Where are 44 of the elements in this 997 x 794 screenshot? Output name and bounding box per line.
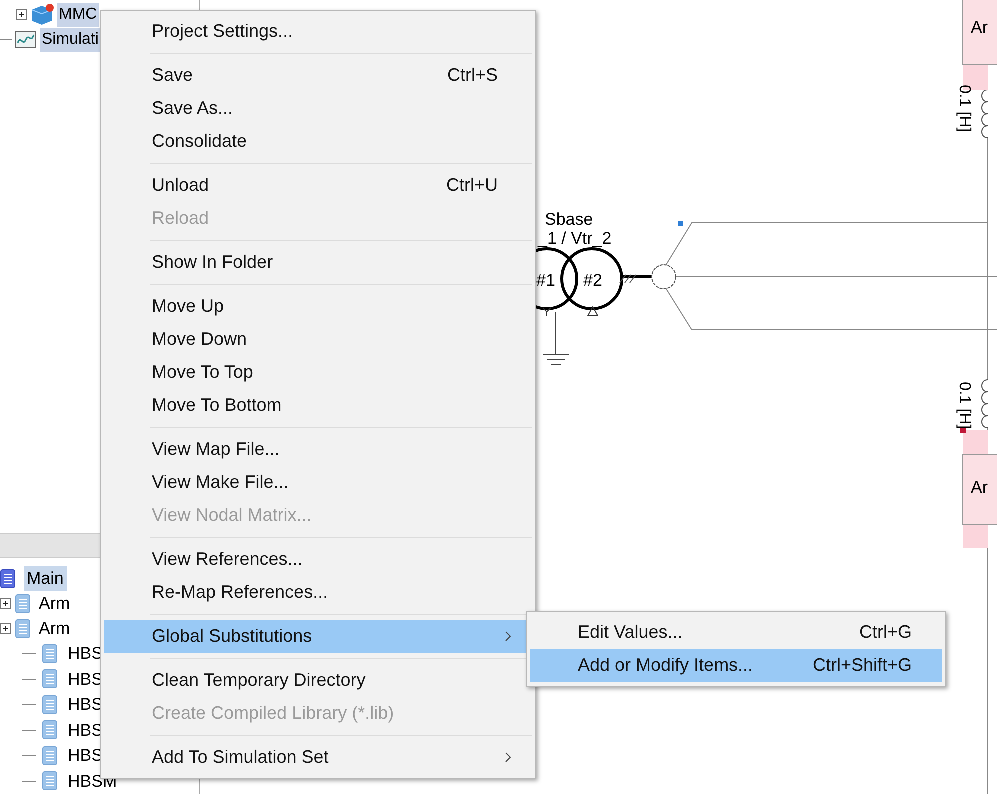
menu-item[interactable]: Project Settings... <box>104 15 532 48</box>
document-icon <box>42 771 58 792</box>
menu-item[interactable]: Consolidate <box>104 125 532 158</box>
tree-item[interactable]: Main <box>24 566 67 592</box>
winding-label: #1 <box>536 271 556 290</box>
error-marker <box>960 428 966 433</box>
block-label: Ar <box>971 478 988 497</box>
winding-label: #2 <box>584 271 602 290</box>
inductance-label: 0.1 [H] <box>956 85 973 132</box>
menu-item[interactable]: Save Ctrl+S <box>104 59 532 92</box>
menu-item[interactable]: Add or Modify Items... Ctrl+Shift+G <box>530 649 942 682</box>
expand-icon[interactable] <box>16 9 27 20</box>
menu-item[interactable]: Edit Values... Ctrl+G <box>530 616 942 649</box>
arm-block <box>962 454 997 526</box>
package-icon <box>30 4 54 26</box>
document-icon <box>15 618 31 638</box>
menu-item[interactable]: Show In Folder <box>104 246 532 279</box>
menu-item[interactable]: Save As... <box>104 92 532 125</box>
menu-item[interactable]: Unload Ctrl+U <box>104 169 532 202</box>
document-icon <box>42 694 58 715</box>
document-icon <box>42 644 58 664</box>
menu-item[interactable]: Move Down <box>104 323 532 356</box>
block-label: Ar <box>971 18 988 37</box>
pin-background <box>963 430 988 455</box>
transformer-rating: Sbase <box>545 210 594 229</box>
document-icon <box>42 746 58 766</box>
menu-item[interactable]: Move To Top <box>104 356 532 389</box>
menu-item[interactable]: Move Up <box>104 290 532 323</box>
expand-icon[interactable] <box>0 623 11 634</box>
inductance-label: 0.1 [H] <box>956 382 973 430</box>
menu-item[interactable]: View Map File... <box>104 433 532 466</box>
menu-item[interactable]: Move To Bottom <box>104 389 532 422</box>
document-icon <box>42 669 58 690</box>
document-icon <box>15 594 31 614</box>
menu-item[interactable]: View Make File... <box>104 466 532 499</box>
menu-item[interactable]: Add To Simulation Set <box>104 741 532 774</box>
menu-item[interactable]: View References... <box>104 543 532 576</box>
transformer-voltages: _1 / Vtr_2 <box>538 229 612 248</box>
menu-item[interactable]: Re-Map References... <box>104 576 532 609</box>
pin-background <box>963 525 988 548</box>
arm-block <box>962 0 997 66</box>
expand-icon[interactable] <box>0 598 11 609</box>
document-icon <box>42 720 58 740</box>
graph-icon <box>15 30 37 48</box>
